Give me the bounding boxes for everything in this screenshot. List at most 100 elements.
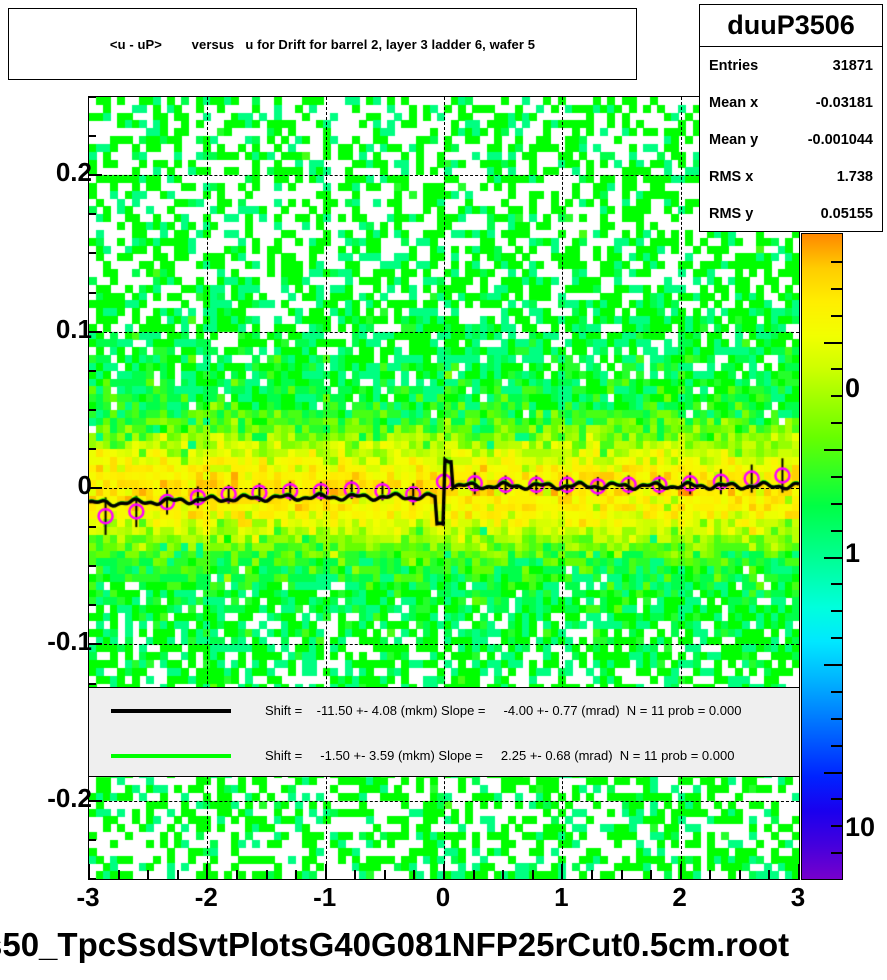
x-tick-minor: [383, 870, 386, 879]
color-palette-bar: [801, 233, 843, 880]
stats-row-mean-y: Mean y -0.001044: [700, 121, 882, 158]
x-tick-minor: [709, 870, 712, 879]
stats-value: -0.03181: [815, 94, 873, 111]
stats-value: 1.738: [836, 168, 873, 185]
x-tick-major: [679, 864, 682, 879]
x-axis-label-2: 2: [672, 882, 687, 912]
y-axis-label-0: 0: [77, 470, 92, 500]
stats-key: Mean y: [709, 131, 759, 148]
stats-value: 31871: [832, 57, 873, 74]
palette-tick: [824, 556, 842, 559]
stats-value: 0.05155: [820, 205, 873, 222]
y-tick-minor: [88, 526, 96, 529]
palette-tick: [824, 449, 842, 451]
stats-histogram-name: duuP3506: [700, 5, 882, 47]
palette-tick: [831, 475, 842, 478]
x-tick-minor: [472, 870, 475, 879]
stats-row-rms-y: RMS y 0.05155: [700, 195, 882, 232]
palette-tick: [831, 395, 842, 398]
palette-tick: [824, 664, 842, 666]
y-tick-minor: [88, 135, 96, 138]
stats-key: Entries: [709, 57, 759, 74]
x-tick-minor: [295, 870, 298, 879]
legend-line-icon: [111, 753, 231, 758]
stats-row-rms-x: RMS x 1.738: [700, 158, 882, 195]
page-title: <u - uP> versus u for Drift for barrel 2…: [109, 36, 536, 52]
y-axis-label-0.1: 0.1: [55, 313, 92, 344]
stats-box: duuP3506 Entries 31871 Mean x -0.03181 M…: [699, 4, 883, 232]
y-axis-label--0.1: -0.1: [47, 626, 92, 657]
stats-key: Mean x: [709, 94, 759, 111]
y-tick-minor: [88, 682, 96, 685]
palette-tick: [831, 260, 842, 263]
y-tick-minor: [88, 96, 96, 98]
palette-tick: [831, 529, 842, 532]
palette-tick: [831, 502, 842, 505]
stats-value: -0.001044: [807, 131, 873, 148]
x-tick-minor: [354, 870, 357, 879]
x-axis-label--2: -2: [194, 882, 218, 912]
root-filename-label: s50_TpcSsdSvtPlotsG40G081NFP25rCut0.5cm.…: [0, 926, 790, 963]
stats-key: RMS x: [709, 168, 754, 185]
palette-label-0: 0: [845, 372, 861, 403]
stats-row-mean-x: Mean x -0.03181: [700, 84, 882, 121]
palette-tick: [824, 341, 842, 344]
x-tick-minor: [413, 870, 416, 879]
stats-row-entries: Entries 31871: [700, 47, 882, 84]
x-tick-major: [443, 864, 445, 879]
palette-tick: [831, 368, 842, 371]
x-tick-minor: [176, 870, 179, 879]
y-tick-minor: [88, 369, 96, 372]
palette-tick: [831, 422, 842, 425]
y-tick-minor: [88, 604, 96, 607]
x-tick-minor: [738, 870, 741, 879]
legend-entry-black: Shift = -11.50 +- 4.08 (mkm) Slope = -4.…: [89, 688, 799, 733]
x-tick-major: [206, 864, 209, 879]
palette-tick: [831, 637, 842, 640]
legend-entry-label: Shift = -1.50 +- 3.59 (mkm) Slope = 2.25…: [265, 748, 735, 763]
legend-entry-label: Shift = -11.50 +- 4.08 (mkm) Slope = -4.…: [265, 703, 742, 718]
y-tick-minor: [88, 447, 96, 450]
palette-label-10: 10: [845, 812, 876, 843]
x-axis-label-1: 1: [554, 882, 569, 912]
palette-tick: [831, 798, 842, 801]
x-tick-minor: [117, 870, 120, 879]
x-axis-label--1: -1: [313, 882, 337, 912]
x-axis-label-0: 0: [435, 882, 451, 912]
y-tick-minor: [88, 252, 96, 255]
legend-line-icon: [111, 708, 231, 713]
x-tick-minor: [531, 870, 534, 879]
y-tick-minor: [88, 565, 96, 568]
x-axis-label--3: -3: [76, 882, 100, 912]
palette-tick: [831, 314, 842, 317]
palette-tick: [831, 852, 842, 855]
x-tick-major: [324, 864, 327, 879]
footer-bar: s50_TpcSsdSvtPlotsG40G081NFP25rCut0.5cm.…: [0, 916, 887, 974]
stats-key: RMS y: [709, 205, 754, 222]
y-axis-label--0.2: -0.2: [47, 782, 92, 813]
legend-entry-green: Shift = -1.50 +- 3.59 (mkm) Slope = 2.25…: [89, 733, 799, 778]
x-tick-major: [561, 864, 564, 879]
x-tick-major: [798, 864, 800, 879]
palette-tick: [831, 825, 842, 828]
x-tick-minor: [147, 870, 150, 879]
palette-tick: [831, 717, 842, 720]
palette-tick: [831, 583, 842, 586]
x-tick-major: [88, 864, 90, 879]
palette-tick: [831, 744, 842, 747]
palette-tick: [824, 771, 842, 774]
x-tick-minor: [768, 870, 771, 879]
x-tick-minor: [650, 870, 653, 879]
palette-tick: [831, 610, 842, 613]
x-axis-label-3: 3: [790, 882, 806, 912]
x-tick-minor: [620, 870, 623, 879]
title-box: <u - uP> versus u for Drift for barrel 2…: [8, 8, 637, 80]
x-tick-minor: [590, 870, 593, 879]
palette-label-1: 1: [845, 537, 861, 568]
y-tick-minor: [88, 291, 96, 294]
fit-legend-box: Shift = -11.50 +- 4.08 (mkm) Slope = -4.…: [89, 687, 799, 777]
y-tick-minor: [88, 838, 96, 841]
palette-tick: [831, 690, 842, 693]
x-tick-minor: [265, 870, 268, 879]
y-tick-minor: [88, 408, 96, 411]
